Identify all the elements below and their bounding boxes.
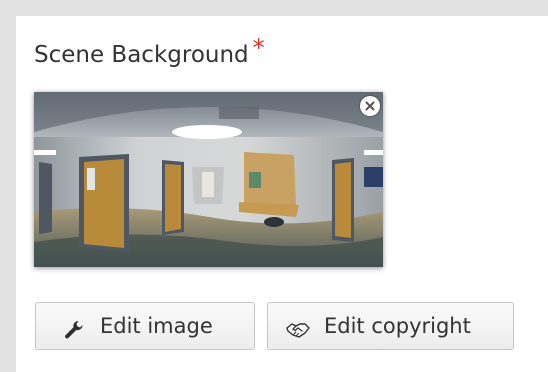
field-label: Scene Background * <box>34 36 265 68</box>
required-marker: * <box>252 34 265 62</box>
field-label-text: Scene Background <box>34 42 249 68</box>
panorama-image <box>34 92 383 267</box>
background-image-thumbnail[interactable] <box>34 92 383 267</box>
edit-image-label: Edit image <box>100 314 213 338</box>
wrench-icon <box>60 316 88 344</box>
edit-copyright-label: Edit copyright <box>324 314 471 338</box>
remove-image-button[interactable] <box>360 96 380 116</box>
edit-copyright-button[interactable]: Edit copyright <box>267 302 514 350</box>
handshake-icon <box>284 316 312 344</box>
scene-background-field: Scene Background * Edit image Edit copyr… <box>16 16 548 372</box>
edit-image-button[interactable]: Edit image <box>35 302 255 350</box>
close-icon <box>365 101 375 111</box>
